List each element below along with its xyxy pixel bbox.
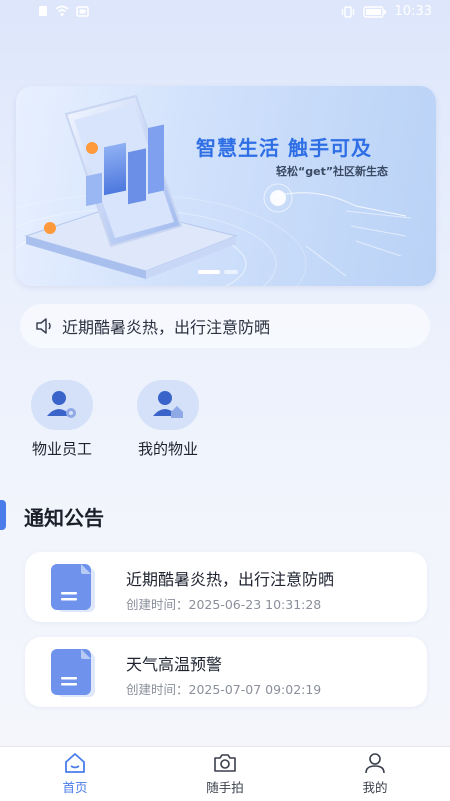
notice-title: 近期酷暑炎热，出行注意防晒 — [126, 570, 335, 589]
tab-home-label: 首页 — [62, 780, 88, 795]
banner-title: 智慧生活 触手可及 — [196, 136, 372, 160]
wifi-icon — [55, 5, 69, 16]
tab-home[interactable]: 首页 — [0, 747, 150, 801]
camera-icon — [214, 754, 236, 772]
banner-dot-active[interactable] — [198, 270, 220, 274]
status-left-icons — [38, 5, 89, 17]
quick-action-staff-label: 物业员工 — [31, 440, 92, 458]
status-right: 10:33 — [341, 4, 432, 19]
bottom-tab-bar: 首页 随手拍 我的 — [0, 746, 450, 801]
tab-snapshot-label: 随手拍 — [206, 780, 244, 795]
quick-action-my-property-label: 我的物业 — [137, 440, 198, 458]
section-title: 通知公告 — [24, 506, 104, 530]
promo-banner[interactable] — [16, 86, 436, 286]
status-bar: 10:33 — [0, 0, 450, 26]
notice-text: 近期酷暑炎热，出行注意防晒 — [62, 318, 271, 337]
banner-dot[interactable] — [224, 270, 238, 274]
notice-created-time: 创建时间：2025-07-07 09:02:19 — [126, 682, 322, 697]
notice-title: 天气高温预警 — [126, 655, 223, 674]
notice-card[interactable]: 近期酷暑炎热，出行注意防晒 创建时间：2025-06-23 10:31:28 — [25, 552, 427, 622]
section-accent-bar — [0, 500, 6, 530]
tab-snapshot[interactable]: 随手拍 — [150, 747, 300, 801]
notice-created-time: 创建时间：2025-06-23 10:31:28 — [126, 597, 322, 612]
tab-profile[interactable]: 我的 — [300, 747, 450, 801]
banner-pagination — [198, 270, 238, 274]
status-time: 10:33 — [394, 4, 432, 19]
staff-icon — [31, 380, 93, 430]
notification-icon — [39, 6, 47, 16]
my-property-icon — [137, 380, 199, 430]
quick-action-my-property[interactable]: 我的物业 — [123, 380, 213, 459]
quick-action-staff[interactable]: 物业员工 — [17, 380, 107, 459]
notice-marquee[interactable]: 近期酷暑炎热，出行注意防晒 — [20, 304, 430, 348]
speaker-icon — [36, 318, 51, 334]
tab-profile-label: 我的 — [362, 780, 388, 795]
home-icon — [65, 753, 85, 773]
profile-icon — [365, 753, 385, 774]
notice-card[interactable]: 天气高温预警 创建时间：2025-07-07 09:02:19 — [25, 637, 427, 707]
banner-illustration — [16, 94, 412, 286]
banner-subtitle: 轻松“get”社区新生态 — [276, 165, 389, 178]
screen-icon — [76, 5, 89, 17]
document-icon — [51, 649, 95, 697]
vibrate-icon — [341, 5, 354, 18]
document-icon — [51, 564, 95, 612]
battery-icon — [362, 5, 386, 18]
